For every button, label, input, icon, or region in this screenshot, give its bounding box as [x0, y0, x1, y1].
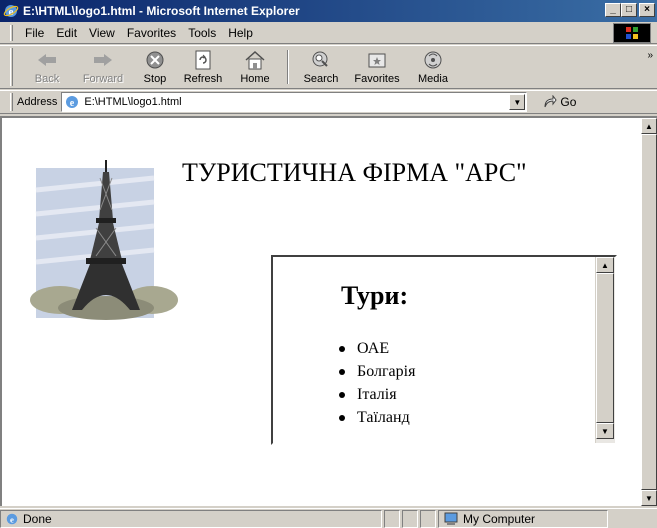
stop-button[interactable]: Stop: [133, 46, 177, 88]
tours-title: Тури:: [341, 281, 409, 310]
menu-file[interactable]: File: [19, 26, 50, 40]
forward-arrow-icon: [91, 49, 115, 71]
title-bar: e E:\HTML\logo1.html - Microsoft Interne…: [0, 0, 657, 22]
list-item: Болгарія: [339, 360, 415, 383]
address-grip[interactable]: [10, 93, 13, 111]
toolbar-separator: [287, 50, 289, 84]
arrow-down-icon: ▼: [645, 493, 653, 503]
status-text-panel: e Done: [0, 509, 382, 528]
home-icon: [243, 49, 267, 71]
address-dropdown-button[interactable]: ▼: [509, 94, 526, 110]
tours-frame: Тури: ОАЕ Болгарія Італія Таїланд ▲ ▼: [271, 255, 617, 445]
back-arrow-icon: [35, 49, 59, 71]
list-item: ОАЕ: [339, 337, 415, 360]
media-button[interactable]: Media: [407, 46, 459, 88]
frame-scrollbar[interactable]: ▲ ▼: [595, 257, 615, 443]
page-scroll-thumb[interactable]: [641, 134, 657, 490]
arrow-up-icon: ▲: [601, 260, 609, 270]
menu-edit[interactable]: Edit: [50, 26, 83, 40]
frame-scroll-thumb[interactable]: [596, 273, 614, 423]
svg-text:e: e: [10, 514, 14, 524]
favorites-button[interactable]: Favorites: [347, 46, 407, 88]
address-input[interactable]: e E:\HTML\logo1.html ▼: [61, 92, 528, 112]
home-label: Home: [240, 73, 270, 85]
go-arrow-icon: [544, 95, 557, 108]
address-url: E:\HTML\logo1.html: [84, 96, 182, 108]
maximize-icon: □: [625, 4, 633, 15]
favorites-label: Favorites: [354, 73, 400, 85]
media-icon: [421, 49, 445, 71]
status-extra-cell: [420, 509, 436, 528]
menu-grip[interactable]: [10, 24, 13, 41]
security-zone-panel: My Computer: [438, 509, 608, 528]
toolbar-grip[interactable]: [10, 48, 13, 86]
status-progress-cell: [384, 509, 400, 528]
stop-icon: [143, 49, 167, 71]
stop-label: Stop: [143, 73, 167, 85]
standard-toolbar: Back Forward Stop Refresh Home Search Fa…: [0, 45, 657, 89]
favorites-icon: [365, 49, 389, 71]
media-label: Media: [418, 73, 448, 85]
page-icon: e: [66, 96, 79, 109]
forward-button[interactable]: Forward: [73, 46, 133, 88]
status-bar: e Done My Computer: [0, 508, 657, 528]
page-scroll-down-button[interactable]: ▼: [641, 490, 657, 506]
back-label: Back: [34, 73, 60, 85]
address-label: Address: [17, 96, 58, 108]
ie-logo-icon: e: [3, 5, 19, 18]
close-button[interactable]: ×: [639, 3, 655, 17]
windows-throbber-icon: [613, 23, 651, 43]
menu-favorites[interactable]: Favorites: [121, 26, 182, 40]
search-label: Search: [303, 73, 339, 85]
page-heading: ТУРИСТИЧНА ФІРМА "АРС": [182, 158, 527, 187]
menu-tools[interactable]: Tools: [182, 26, 222, 40]
forward-label: Forward: [82, 73, 124, 85]
eiffel-tower-logo: [30, 160, 178, 320]
chevron-down-icon: ▼: [513, 97, 522, 107]
svg-text:e: e: [70, 98, 75, 109]
page-scrollbar[interactable]: ▲ ▼: [641, 118, 657, 506]
menu-bar: File Edit View Favorites Tools Help: [0, 22, 657, 44]
window-title: E:\HTML\logo1.html - Microsoft Internet …: [23, 4, 300, 18]
status-security-cell: [402, 509, 418, 528]
search-icon: [309, 49, 333, 71]
tours-list: ОАЕ Болгарія Італія Таїланд: [339, 337, 415, 429]
frame-scroll-up-button[interactable]: ▲: [596, 257, 614, 273]
minimize-icon: _: [610, 4, 616, 15]
page-scroll-up-button[interactable]: ▲: [641, 118, 657, 134]
maximize-button[interactable]: □: [621, 3, 637, 17]
minimize-button[interactable]: _: [605, 3, 621, 17]
arrow-up-icon: ▲: [645, 121, 653, 131]
close-icon: ×: [644, 4, 650, 15]
home-button[interactable]: Home: [229, 46, 281, 88]
search-button[interactable]: Search: [295, 46, 347, 88]
go-button[interactable]: Go: [543, 95, 576, 109]
list-item: Таїланд: [339, 406, 415, 429]
refresh-button[interactable]: Refresh: [177, 46, 229, 88]
status-text: Done: [23, 511, 52, 526]
security-zone-label: My Computer: [463, 511, 536, 526]
refresh-label: Refresh: [183, 73, 223, 85]
menu-help[interactable]: Help: [222, 26, 259, 40]
toolbar-chevron-icon[interactable]: »: [647, 50, 653, 61]
list-item: Італія: [339, 383, 415, 406]
page-viewport: ТУРИСТИЧНА ФІРМА "АРС" Тури: ОАЕ Болгарі…: [0, 116, 657, 506]
menu-view[interactable]: View: [83, 26, 121, 40]
refresh-icon: [191, 49, 215, 71]
back-button[interactable]: Back: [21, 46, 73, 88]
go-label: Go: [560, 95, 577, 109]
frame-scroll-down-button[interactable]: ▼: [596, 423, 614, 439]
computer-icon: [444, 512, 458, 525]
address-bar: Address e E:\HTML\logo1.html ▼ Go: [0, 90, 657, 114]
page-status-icon: e: [6, 513, 18, 524]
arrow-down-icon: ▼: [601, 426, 609, 436]
